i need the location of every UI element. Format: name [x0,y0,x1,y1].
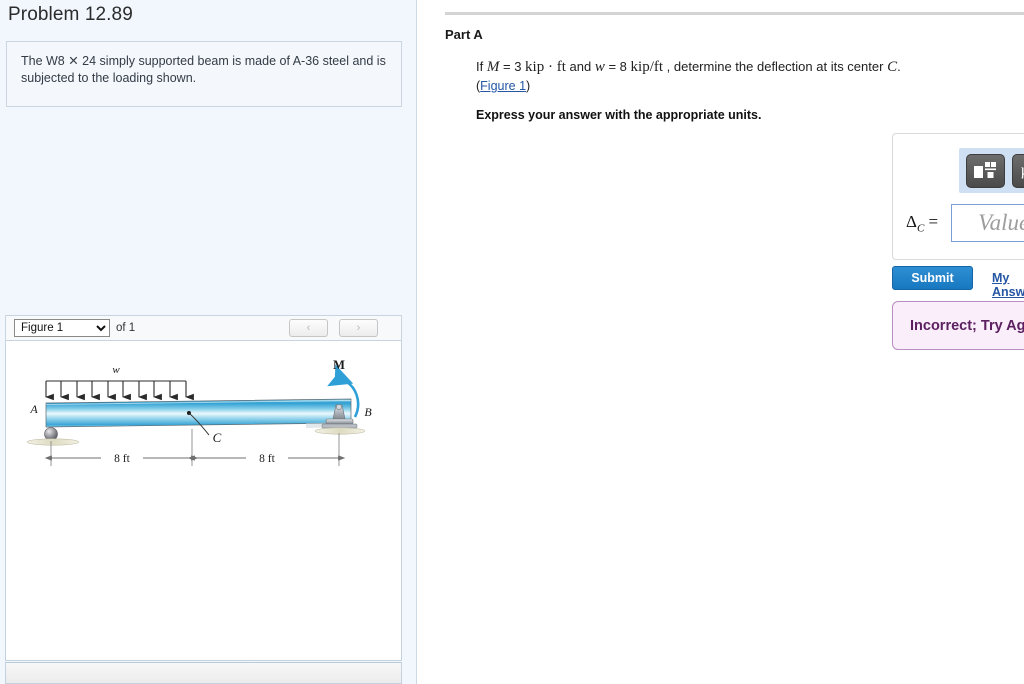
right-answer-panel: Part A If M = 3 kip · ft and w = 8 kip/f… [418,0,1024,684]
chevron-left-icon: ‹ [306,322,311,334]
dimension-label-right: 8 ft [259,453,275,465]
units-symbol-button[interactable]: µÅ [1011,153,1024,188]
page-root: Problem 12.89 The W8 ✕ 24 simply support… [0,0,1024,684]
feedback-banner: Incorrect; Try Again; 5 attempts remaini… [892,301,1024,350]
section-divider [445,12,1024,15]
answer-input-row: ΔC = Value Units [906,204,1024,242]
answer-entry-box: µÅ [892,133,1024,260]
feedback-message: Incorrect; Try Again; 5 attempts remaini… [910,317,1024,334]
submit-button[interactable]: Submit [892,266,973,290]
math-toolbar: µÅ [959,148,1024,193]
delta-c-label: ΔC = [906,211,939,235]
load-label-w: w [112,364,120,376]
distributed-load-arrows [45,381,194,401]
figure-footer-bar [5,662,402,684]
left-problem-panel: Problem 12.89 The W8 ✕ 24 simply support… [0,0,417,684]
delta-subscript: C [916,222,925,235]
micro-angstrom-icon: µÅ [1021,162,1024,179]
problem-statement-text: The W8 ✕ 24 simply supported beam is mad… [21,54,386,85]
question-and: and [569,59,592,74]
problem-statement-box: The W8 ✕ 24 simply supported beam is mad… [6,41,402,107]
dimension-extension-lines [50,429,340,466]
figure-count-label: of 1 [116,322,136,334]
part-heading: Part A [445,27,483,42]
template-layout-button[interactable] [966,153,1005,188]
label-moment-m: M [333,358,345,372]
figure-selector-bar: Figure 1 of 1 ‹ › [5,315,402,341]
label-point-a: A [29,402,38,416]
figure-next-button[interactable]: › [339,319,378,337]
figure-select[interactable]: Figure 1 [14,319,110,337]
figure-viewport[interactable]: w A B M C 8 ft 8 ft [5,341,402,661]
figure-prev-button[interactable]: ‹ [289,319,328,337]
question-eq1: = 3 [502,59,522,74]
question-lead: If [476,59,484,74]
question-period: . [897,59,901,74]
beam-diagram: w A B M C 8 ft 8 ft [26,358,372,466]
unit-kip-per-ft: kip/ft [630,59,664,75]
unit-kip-ft: kip · ft [525,59,566,75]
submit-label: Submit [911,271,954,285]
symbol-w: w [594,59,605,75]
figure-1-link[interactable]: Figure 1 [480,79,526,93]
label-point-c: C [213,430,222,445]
ground-pad-a [26,438,80,446]
label-point-b: B [364,405,372,419]
value-input[interactable]: Value [951,204,1024,242]
units-instruction: Express your answer with the appropriate… [476,108,762,122]
figure-reference: (Figure 1) [476,79,530,93]
question-eq2: = 8 [608,59,627,74]
chevron-right-icon: › [356,322,361,334]
paren-close: ) [526,79,531,93]
template-layout-icon [974,161,997,178]
symbol-c: C [887,59,898,75]
page-title: Problem 12.89 [8,4,133,25]
equals-sign: = [928,211,939,231]
question-tail: , determine the deflection at its center [666,59,884,74]
question-prompt: If M = 3 kip · ft and w = 8 kip/ft , det… [476,57,1016,77]
my-answers-link[interactable]: My Answers [992,271,1024,299]
value-placeholder: Value [978,210,1024,235]
dimension-label-left: 8 ft [114,453,130,465]
roller-support-a [44,427,58,441]
symbol-m: M [486,59,500,75]
